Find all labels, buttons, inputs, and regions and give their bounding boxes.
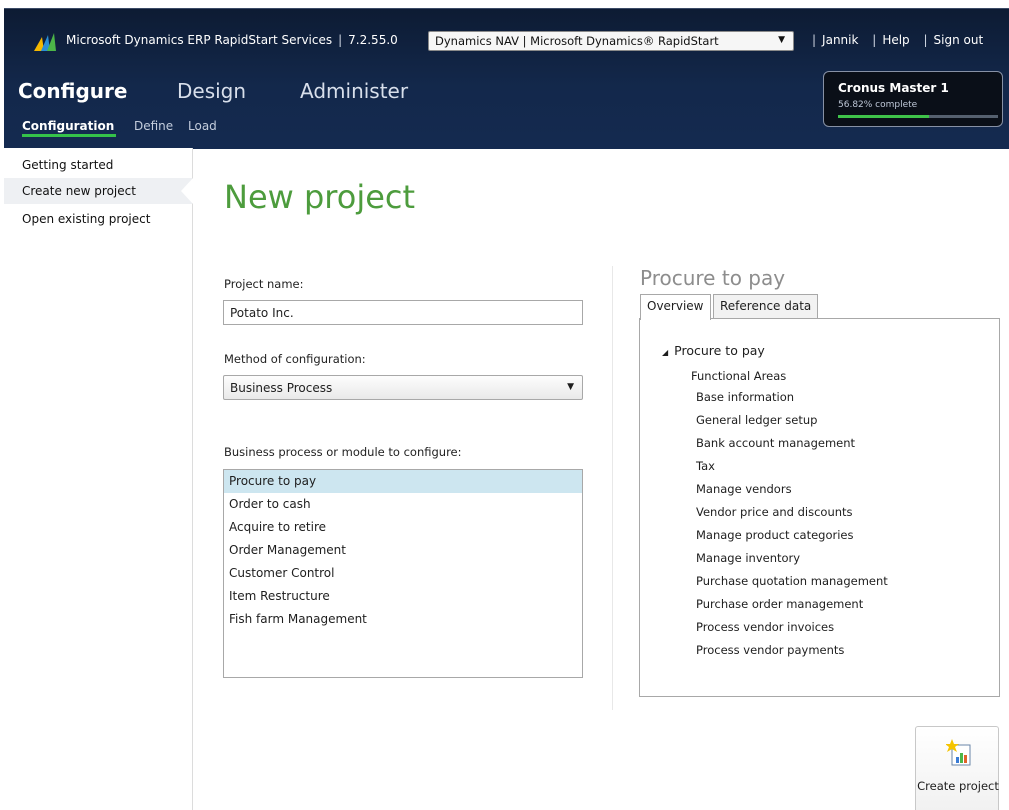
project-progress-bar [838, 115, 998, 118]
overview-panel: ◢ Procure to pay Functional Areas Base in… [639, 318, 1000, 697]
app-name: Microsoft Dynamics ERP RapidStart Servic… [66, 33, 333, 47]
left-nav: Getting started Create new project Open … [4, 148, 193, 810]
subtab-define[interactable]: Define [134, 119, 173, 133]
list-item[interactable]: Fish farm Management [224, 608, 582, 631]
tab-reference-data[interactable]: Reference data [713, 294, 819, 319]
method-select[interactable]: Business Process ▼ [223, 375, 583, 400]
tree-item: Process vendor invoices [696, 620, 835, 634]
chevron-down-icon: ▼ [778, 35, 785, 45]
tree-group-label: Functional Areas [691, 369, 787, 383]
subtab-configuration[interactable]: Configuration [22, 119, 114, 133]
method-select-value: Business Process [230, 381, 333, 395]
tree-item: Process vendor payments [696, 643, 845, 657]
collapse-triangle-icon[interactable]: ◢ [662, 348, 668, 357]
create-project-label: Create project [917, 779, 999, 793]
list-item[interactable]: Procure to pay [224, 470, 582, 493]
tab-design[interactable]: Design [177, 79, 246, 103]
column-divider [612, 266, 613, 710]
list-item[interactable]: Order to cash [224, 493, 582, 516]
tree-item: Manage product categories [696, 528, 854, 542]
tree-item: Manage vendors [696, 482, 792, 496]
create-project-button[interactable]: Create project [915, 726, 999, 810]
tree-root-label: Procure to pay [674, 343, 765, 358]
tree-item: Vendor price and discounts [696, 505, 853, 519]
link-separator: | [923, 33, 928, 47]
project-name-label: Project name: [224, 277, 304, 291]
tab-administer[interactable]: Administer [300, 79, 408, 103]
list-item[interactable]: Item Restructure [224, 585, 582, 608]
user-links: | Jannik | Help | Sign out [812, 33, 993, 47]
tree-item: Manage inventory [696, 551, 801, 565]
tenant-select-value: Dynamics NAV | Microsoft Dynamics® Rapid… [435, 34, 719, 48]
nav-create-new-project[interactable]: Create new project [4, 178, 193, 204]
process-list[interactable]: Procure to pay Order to cash Acquire to … [223, 469, 583, 678]
user-name-link[interactable]: Jannik [822, 33, 858, 47]
title-separator: | [338, 33, 343, 47]
current-project-name: Cronus Master 1 [838, 81, 949, 95]
nav-open-existing-project[interactable]: Open existing project [4, 206, 192, 232]
process-label: Business process or module to configure: [224, 445, 462, 459]
app-title: Microsoft Dynamics ERP RapidStart Servic… [66, 33, 398, 47]
nav-getting-started[interactable]: Getting started [4, 152, 192, 178]
list-item[interactable]: Order Management [224, 539, 582, 562]
subtab-load[interactable]: Load [188, 119, 217, 133]
tree-root[interactable]: ◢ Procure to pay [662, 343, 765, 358]
app-header: Microsoft Dynamics ERP RapidStart Servic… [4, 8, 1009, 149]
method-label: Method of configuration: [224, 352, 366, 366]
sign-out-link[interactable]: Sign out [934, 33, 984, 47]
app-version: 7.2.55.0 [348, 33, 398, 47]
dynamics-logo-icon [34, 33, 56, 51]
tab-overview[interactable]: Overview [640, 294, 711, 320]
tree-item: Bank account management [696, 436, 856, 450]
tree-item: General ledger setup [696, 413, 818, 427]
current-project-panel[interactable]: Cronus Master 1 56.82% complete [823, 71, 1003, 127]
tree-item: Purchase quotation management [696, 574, 888, 588]
project-progress-fill [838, 115, 929, 118]
new-project-icon [946, 739, 971, 766]
page-title: New project [224, 178, 416, 216]
project-name-input[interactable]: Potato Inc. [223, 300, 583, 325]
chevron-down-icon: ▼ [567, 382, 574, 392]
tenant-select[interactable]: Dynamics NAV | Microsoft Dynamics® Rapid… [428, 31, 794, 51]
tree-item: Tax [696, 459, 715, 473]
tab-configure[interactable]: Configure [18, 79, 127, 103]
list-item[interactable]: Acquire to retire [224, 516, 582, 539]
link-separator: | [872, 33, 877, 47]
active-subtab-indicator [22, 134, 116, 137]
project-progress-text: 56.82% complete [838, 100, 918, 110]
link-separator: | [812, 33, 817, 47]
help-link[interactable]: Help [882, 33, 909, 47]
list-item[interactable]: Customer Control [224, 562, 582, 585]
detail-title: Procure to pay [640, 266, 786, 290]
tree-item: Purchase order management [696, 597, 864, 611]
tree-item: Base information [696, 390, 795, 404]
